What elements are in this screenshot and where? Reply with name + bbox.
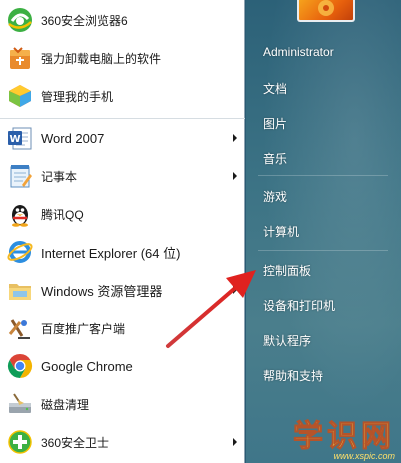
program-label: 管理我的手机	[41, 89, 114, 104]
program-item-google-chrome[interactable]: Google Chrome	[0, 348, 245, 384]
program-label: Windows 资源管理器	[41, 283, 163, 299]
program-list-panel: 360安全浏览器6 强力卸载电脑上的软件 管理我的手机 W Word 2007 …	[0, 0, 245, 463]
program-label: Google Chrome	[41, 358, 133, 374]
notepad-icon	[5, 161, 35, 191]
user-flower-picture[interactable]	[297, 0, 355, 22]
program-label: 腾讯QQ	[41, 207, 84, 222]
music-link[interactable]: 音乐	[263, 150, 287, 167]
word-icon: W	[5, 123, 35, 153]
program-label: Internet Explorer (64 位)	[41, 245, 181, 261]
360-safeguard-icon	[5, 427, 35, 457]
divider	[258, 175, 388, 176]
submenu-arrow-icon	[233, 134, 237, 142]
program-item-360-browser[interactable]: 360安全浏览器6	[0, 2, 245, 38]
program-label: 百度推广客户端	[41, 321, 126, 336]
360-browser-icon	[5, 5, 35, 35]
computer-link[interactable]: 计算机	[263, 223, 299, 240]
program-item-qq[interactable]: 腾讯QQ	[0, 196, 245, 232]
help-support-link[interactable]: 帮助和支持	[263, 367, 323, 384]
submenu-arrow-icon	[233, 438, 237, 446]
start-menu: 360安全浏览器6 强力卸载电脑上的软件 管理我的手机 W Word 2007 …	[0, 0, 401, 463]
uninstall-box-icon	[5, 43, 35, 73]
control-panel-link[interactable]: 控制面板	[263, 262, 311, 279]
games-link[interactable]: 游戏	[263, 188, 287, 205]
program-item-notepad[interactable]: 记事本	[0, 158, 245, 194]
program-label: 360安全浏览器6	[41, 13, 128, 28]
documents-link[interactable]: 文档	[263, 80, 287, 97]
program-item-uninstall[interactable]: 强力卸载电脑上的软件	[0, 40, 245, 76]
divider	[258, 250, 388, 251]
qq-penguin-icon	[5, 199, 35, 229]
program-item-internet-explorer[interactable]: Internet Explorer (64 位)	[0, 234, 245, 270]
program-item-baidu-client[interactable]: 百度推广客户端	[0, 310, 245, 346]
program-item-windows-explorer[interactable]: Windows 资源管理器	[0, 272, 245, 308]
baidu-client-icon	[5, 313, 35, 343]
chrome-icon	[5, 351, 35, 381]
program-label: 记事本	[41, 169, 78, 184]
program-label: 强力卸载电脑上的软件	[41, 51, 162, 66]
program-item-phone-manager[interactable]: 管理我的手机	[0, 78, 245, 114]
program-label: 360安全卫士	[41, 435, 110, 450]
submenu-arrow-icon	[233, 286, 237, 294]
pictures-link[interactable]: 图片	[263, 115, 287, 132]
program-item-word-2007[interactable]: W Word 2007	[0, 120, 245, 156]
program-label: Word 2007	[41, 130, 105, 146]
program-label: 磁盘清理	[41, 397, 90, 412]
program-item-360-safeguard[interactable]: 360安全卫士	[0, 424, 245, 460]
svg-text:W: W	[9, 134, 20, 145]
explorer-folder-icon	[5, 275, 35, 305]
phone-manager-icon	[5, 81, 35, 111]
divider	[0, 118, 245, 119]
devices-printers-link[interactable]: 设备和打印机	[263, 297, 335, 314]
submenu-arrow-icon	[233, 172, 237, 180]
user-name-link[interactable]: Administrator	[263, 45, 334, 59]
default-programs-link[interactable]: 默认程序	[263, 332, 311, 349]
program-item-disk-cleanup[interactable]: 磁盘清理	[0, 386, 245, 422]
internet-explorer-icon	[5, 237, 35, 267]
disk-cleanup-icon	[5, 389, 35, 419]
